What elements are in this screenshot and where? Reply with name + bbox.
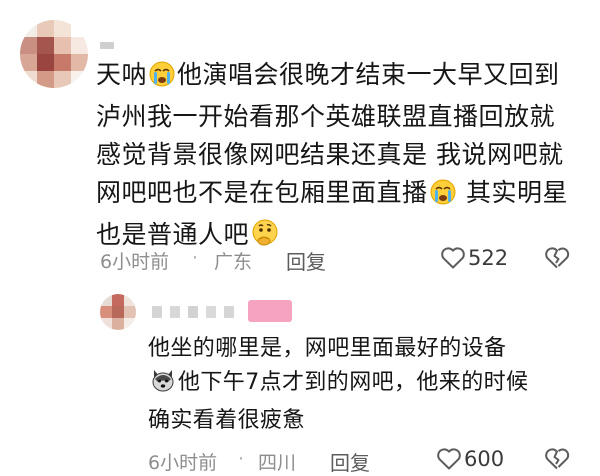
reply-button[interactable]: 回复 (286, 246, 326, 275)
author-tag-blurred (248, 300, 292, 322)
username-blurred (206, 306, 216, 318)
reply-line: 他坐的哪里是，网吧里面最好的设备 (148, 336, 507, 361)
crying-face-icon (430, 178, 456, 216)
separator-dot: · (192, 247, 199, 269)
like-count: 600 (464, 447, 505, 471)
comment-line: 泸州我一开始看那个英雄联盟直播回放就 (96, 102, 556, 131)
crying-face-icon (149, 60, 175, 98)
timestamp: 6小时前 (148, 452, 218, 474)
comment-text: 天呐 他演唱会很晚才结束一大早又回到 泸州我一开始看那个英雄联盟直播回放就 感觉… (96, 56, 596, 258)
timestamp: 6小时前 (100, 251, 170, 273)
avatar[interactable] (100, 294, 136, 330)
comment-line: 网吧吧也不是在包厢里面直播 其实明星 (96, 174, 596, 216)
username-blurred (188, 306, 198, 318)
thinking-face-icon (251, 219, 279, 258)
reply-button[interactable]: 回复 (330, 447, 370, 476)
separator-dot: · (238, 448, 245, 470)
heart-icon[interactable] (440, 246, 466, 274)
reply-line: 确实看着很疲惫 (148, 408, 305, 433)
location: 四川 (258, 452, 297, 474)
dog-face-icon (150, 367, 176, 404)
reply-line: 他下午7点才到的网吧，他来的时候 (148, 366, 588, 404)
username-blurred (170, 306, 180, 318)
comment-line: 天呐 他演唱会很晚才结束一大早又回到 (96, 56, 596, 98)
broken-heart-icon[interactable] (544, 447, 570, 475)
avatar[interactable] (20, 20, 88, 88)
broken-heart-icon[interactable] (544, 246, 570, 274)
username-blurred[interactable] (100, 42, 114, 49)
like-count: 522 (468, 246, 509, 270)
comment-line: 感觉背景很像网吧结果还真是 我说网吧就 (96, 140, 564, 169)
heart-icon[interactable] (436, 447, 462, 475)
reply-text: 他坐的哪里是，网吧里面最好的设备 他下午7点才到的网吧，他来的时候 确实看着很疲… (148, 332, 588, 438)
username-blurred[interactable] (152, 306, 162, 318)
username-blurred (224, 306, 234, 318)
location: 广东 (214, 251, 253, 273)
comment-line: 也是普通人吧 (96, 216, 596, 258)
